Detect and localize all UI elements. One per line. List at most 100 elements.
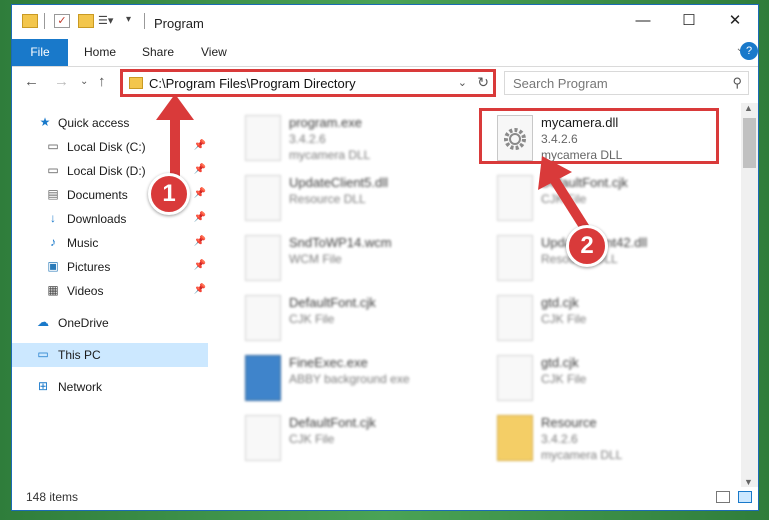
file-type: WCM File	[289, 252, 342, 266]
sidebar-item-label: Videos	[67, 284, 104, 298]
download-icon: ↓	[50, 211, 56, 225]
window-title: Program	[154, 16, 204, 31]
list-item[interactable]: gtd.cjk CJK File	[497, 353, 727, 409]
list-item[interactable]: UpdateClient5.dll Resource DLL	[245, 173, 475, 229]
file-type: CJK File	[541, 312, 587, 326]
file-name: gtd.cjk	[541, 355, 579, 370]
forward-icon[interactable]: →	[54, 73, 69, 90]
list-item[interactable]: DefaultFont.cjk CJK File	[245, 293, 475, 349]
sidebar-item-label: OneDrive	[58, 316, 109, 330]
tab-share[interactable]: Share	[142, 39, 174, 66]
sidebar-item-this-pc[interactable]: ▭ This PC	[12, 343, 208, 367]
divider	[144, 13, 145, 29]
file-name: SndToWP14.wcm	[289, 235, 392, 250]
sidebar-item-music[interactable]: ♪ Music 📌	[12, 231, 208, 255]
file-type: Resource DLL	[289, 192, 366, 206]
sidebar-item-label: This PC	[58, 348, 101, 362]
vertical-scrollbar[interactable]: ▲ ▼	[741, 103, 758, 487]
close-button[interactable]: ✕	[712, 5, 758, 37]
file-name: DefaultFont.cjk	[289, 295, 376, 310]
tab-file[interactable]: File	[12, 39, 68, 66]
properties-icon[interactable]: ✓	[54, 14, 70, 28]
network-icon: ⊞	[37, 379, 49, 393]
scroll-up-icon[interactable]: ▲	[744, 103, 753, 113]
tab-home[interactable]: Home	[84, 39, 116, 66]
dll-icon	[497, 235, 533, 281]
explorer-window: ✓ ☰▾ ▾ Program — ☐ ✕ File Home Share Vie…	[11, 4, 759, 511]
documents-icon: ▤	[47, 187, 59, 201]
file-icon	[245, 235, 281, 281]
file-icon	[245, 175, 281, 221]
callout-2: 2	[566, 225, 608, 267]
customize-icon[interactable]: ☰▾	[98, 14, 114, 28]
file-version: 3.4.2.6	[289, 132, 326, 146]
sidebar-item-network[interactable]: ⊞ Network	[12, 375, 208, 399]
drive-icon: ▭	[47, 163, 59, 177]
list-item[interactable]: program.exe 3.4.2.6 mycamera DLL	[245, 113, 475, 169]
file-type: CJK File	[289, 432, 335, 446]
pictures-icon: ▣	[47, 259, 59, 273]
tiles-view-icon[interactable]	[738, 491, 752, 503]
star-icon: ★	[39, 115, 51, 129]
help-icon[interactable]: ?	[740, 42, 758, 60]
folder-icon	[497, 415, 533, 461]
pin-icon: 📌	[193, 260, 206, 271]
file-type: CJK File	[289, 312, 335, 326]
ribbon-tabs: File Home Share View ⌄ ?	[12, 39, 758, 67]
computer-icon: ▭	[37, 347, 49, 361]
minimize-button[interactable]: —	[620, 5, 666, 37]
navigation-bar: ← → ⌄ ↑ C:\Program Files\Program Directo…	[12, 67, 758, 99]
back-icon[interactable]: ←	[24, 73, 39, 90]
search-icon[interactable]: ⚲	[732, 75, 742, 91]
search-input[interactable]: Search Program ⚲	[504, 71, 749, 95]
pin-icon: 📌	[193, 212, 206, 223]
search-placeholder: Search Program	[513, 76, 608, 91]
details-view-icon[interactable]	[716, 491, 730, 503]
exe-icon	[245, 355, 281, 401]
maximize-button[interactable]: ☐	[666, 5, 712, 37]
file-icon	[497, 175, 533, 221]
file-type: CJK File	[541, 372, 587, 386]
file-icon	[497, 355, 533, 401]
tab-view[interactable]: View	[201, 39, 227, 66]
file-icon	[245, 295, 281, 341]
status-bar: 148 items	[12, 487, 758, 510]
list-item[interactable]: gtd.cjk CJK File	[497, 293, 727, 349]
file-name: FineExec.exe	[289, 355, 368, 370]
file-description: mycamera DLL	[541, 448, 623, 462]
sidebar-item-label: Local Disk (D:)	[67, 164, 146, 178]
file-icon	[497, 295, 533, 341]
sidebar-item-label: Documents	[67, 188, 128, 202]
callout-1: 1	[148, 173, 190, 215]
sidebar-item-videos[interactable]: ▦ Videos 📌	[12, 279, 208, 303]
divider	[44, 13, 45, 29]
file-version: 3.4.2.6	[541, 432, 578, 446]
list-item[interactable]: SndToWP14.wcm WCM File	[245, 233, 475, 289]
up-icon[interactable]: ↑	[98, 73, 106, 90]
folder-icon[interactable]	[22, 14, 38, 28]
videos-icon: ▦	[47, 283, 59, 297]
pin-icon: 📌	[193, 284, 206, 295]
sidebar-item-label: Quick access	[58, 116, 130, 130]
file-name: gtd.cjk	[541, 295, 579, 310]
recent-locations-icon[interactable]: ⌄	[80, 76, 88, 87]
scroll-thumb[interactable]	[743, 118, 756, 168]
sidebar-item-pictures[interactable]: ▣ Pictures 📌	[12, 255, 208, 279]
title-bar: ✓ ☰▾ ▾ Program — ☐ ✕	[12, 5, 758, 39]
drive-icon: ▭	[47, 139, 59, 153]
file-type: ABBY background exe	[289, 372, 410, 386]
sidebar-item-onedrive[interactable]: ☁ OneDrive	[12, 311, 208, 335]
sidebar-item-label: Network	[58, 380, 103, 394]
pin-icon: 📌	[193, 236, 206, 247]
new-folder-icon[interactable]	[78, 14, 94, 28]
dropdown-icon[interactable]: ▾	[126, 14, 142, 28]
music-icon: ♪	[50, 235, 56, 249]
file-description: mycamera DLL	[289, 148, 371, 162]
list-item[interactable]: DefaultFont.cjk CJK File	[245, 413, 475, 469]
scroll-down-icon[interactable]: ▼	[744, 477, 753, 487]
list-item[interactable]: FineExec.exe ABBY background exe	[245, 353, 475, 409]
file-name: UpdateClient5.dll	[289, 175, 389, 190]
list-item[interactable]: Resource 3.4.2.6 mycamera DLL	[497, 413, 727, 469]
cloud-icon: ☁	[37, 315, 49, 329]
sidebar-item-label: Music	[67, 236, 99, 250]
